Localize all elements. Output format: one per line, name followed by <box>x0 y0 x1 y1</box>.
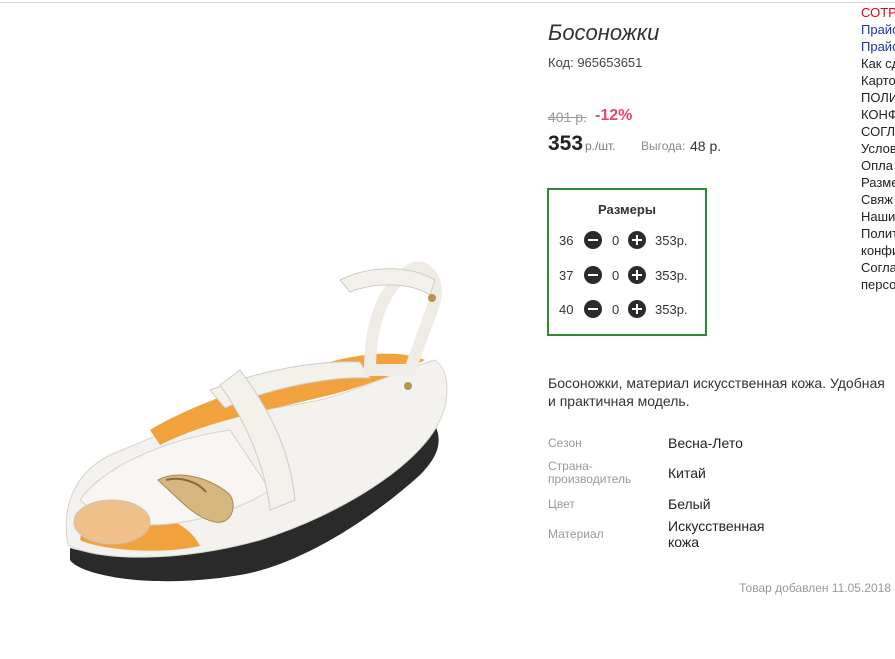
side-menu-item[interactable]: конфи <box>861 242 895 259</box>
side-menu-item[interactable]: СОГЛ <box>861 123 895 140</box>
property-label: Сезон <box>548 435 582 450</box>
quantity-value: 0 <box>612 233 620 248</box>
side-menu-item[interactable]: Согла <box>861 259 895 276</box>
property-row: Материал Искусственная кожа <box>548 514 798 554</box>
properties-table: Сезон Весна-Лето Страна-производитель Ки… <box>548 434 798 554</box>
size-row: 36 0 353р. <box>549 230 705 252</box>
property-row: Страна-производитель Китай <box>548 452 798 494</box>
side-menu-item[interactable]: Разме <box>861 174 895 191</box>
size-row: 37 0 353р. <box>549 265 705 287</box>
size-value: 37 <box>559 268 574 283</box>
old-price: 401 р. <box>548 109 587 125</box>
property-value: Весна-Лето <box>668 435 743 451</box>
side-menu-item[interactable]: Наши <box>861 208 895 225</box>
saving-label: Выгода: <box>641 139 686 153</box>
plus-icon[interactable] <box>628 231 646 249</box>
side-menu-item[interactable]: СОТР <box>861 4 895 21</box>
property-value: Искусственная кожа <box>668 518 765 550</box>
plus-icon[interactable] <box>628 300 646 318</box>
quantity-value: 0 <box>612 268 620 283</box>
size-value: 40 <box>559 302 574 317</box>
property-label: Материал <box>548 526 604 541</box>
product-description: Босоножки, материал искусственная кожа. … <box>548 375 885 409</box>
size-row: 40 0 353р. <box>549 299 705 321</box>
quantity-value: 0 <box>612 302 620 317</box>
side-menu-item[interactable]: Свяж <box>861 191 895 208</box>
minus-icon[interactable] <box>584 266 602 284</box>
current-price: 353 <box>548 132 584 155</box>
discount-badge: -12% <box>595 107 633 124</box>
property-label: Страна-производитель <box>548 459 632 486</box>
size-price: 353р. <box>655 302 688 317</box>
property-row: Сезон Весна-Лето <box>548 434 798 452</box>
side-menu-item[interactable]: Карто <box>861 72 895 89</box>
price-unit: р./шт. <box>585 139 616 153</box>
size-price: 353р. <box>655 233 688 248</box>
side-menu-item[interactable]: КОНФ <box>861 106 895 123</box>
side-menu-item[interactable]: Прайс <box>861 21 895 38</box>
product-title: Босоножки <box>548 20 660 45</box>
top-divider <box>0 2 895 3</box>
added-date: Товар добавлен 11.05.2018 <box>739 581 891 595</box>
property-row: Цвет Белый <box>548 494 798 514</box>
minus-icon[interactable] <box>584 300 602 318</box>
size-value: 36 <box>559 233 574 248</box>
side-menu-item[interactable]: персо <box>861 276 895 293</box>
side-menu-item[interactable]: Полит <box>861 225 895 242</box>
side-menu-item[interactable]: Услов <box>861 140 895 157</box>
property-label: Цвет <box>548 496 575 511</box>
sizes-panel: Размеры 36 0 353р. 37 0 353р. 40 0 353р. <box>547 188 707 336</box>
saving-value: 48 р. <box>690 138 722 154</box>
side-menu: СОТР Прайс Прайс Как сд Карто ПОЛИ КОНФ … <box>861 4 895 293</box>
property-value: Белый <box>668 496 711 512</box>
sandal-image <box>65 261 448 582</box>
property-value: Китай <box>668 465 706 481</box>
side-menu-item[interactable]: Прайс <box>861 38 895 55</box>
plus-icon[interactable] <box>628 266 646 284</box>
side-menu-item[interactable]: Как сд <box>861 55 895 72</box>
size-price: 353р. <box>655 268 688 283</box>
product-code: Код: 965653651 <box>548 55 643 70</box>
side-menu-item[interactable]: Опла <box>861 157 895 174</box>
minus-icon[interactable] <box>584 231 602 249</box>
product-image[interactable] <box>40 70 520 630</box>
sizes-title: Размеры <box>598 202 656 217</box>
side-menu-item[interactable]: ПОЛИ <box>861 89 895 106</box>
